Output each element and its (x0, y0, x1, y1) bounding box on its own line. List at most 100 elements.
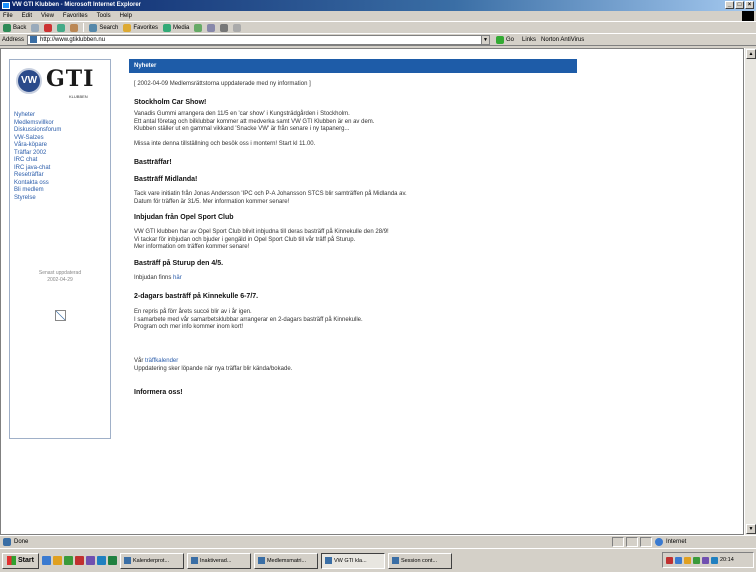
nav-medlemsvillkor[interactable]: Medlemsvillkor (14, 120, 61, 128)
taskbar-item[interactable]: Medlemsmatri... (253, 552, 318, 569)
quick-launch-app-icon[interactable] (63, 556, 73, 565)
news-text: Program och mer info kommer inom kort! (134, 324, 244, 330)
nav-vw-salzes[interactable]: VW-Salzes (14, 135, 61, 143)
tray-icon[interactable] (711, 556, 718, 564)
stop-button[interactable] (44, 23, 53, 32)
print-icon (220, 23, 229, 32)
tray-icon[interactable] (693, 556, 700, 564)
calendar-link[interactable]: träffkalender (145, 358, 178, 364)
scroll-down-icon[interactable]: ▼ (746, 524, 756, 534)
task-label: Kalenderprot... (132, 557, 170, 564)
norton-antivirus-button[interactable]: Norton AntiVirus (541, 37, 584, 43)
menu-view[interactable]: View (41, 11, 54, 21)
gti-logo-text: GTI (46, 66, 95, 92)
nav-vara-kopare[interactable]: Våra-köpare (14, 142, 61, 150)
taskbar-item[interactable]: Inaktiverad... (186, 552, 251, 569)
history-button[interactable] (194, 23, 203, 32)
task-label: Session cont... (400, 557, 438, 564)
address-bar: Address http://www.gtiklubben.nu ▼ Go Li… (0, 33, 756, 46)
updated-label: Senast uppdaterad (38, 270, 82, 276)
nav-resetraffar[interactable]: Reseträffar (14, 172, 61, 180)
start-label: Start (18, 557, 34, 564)
menu-help[interactable]: Help (120, 11, 132, 21)
back-button[interactable]: Back (3, 22, 26, 34)
news-text: Vi tackar för inbjudan och bjuder i geng… (134, 236, 356, 243)
links-button[interactable]: Links (522, 37, 536, 43)
go-button[interactable]: Go (496, 35, 515, 44)
scroll-up-icon[interactable]: ▲ (746, 49, 756, 59)
news-text: Tack vare initiatin från Jonas Andersson… (134, 191, 407, 197)
task-label: Medlemsmatri... (266, 557, 307, 564)
nav-diskussionsforum[interactable]: Diskussionsforum (14, 127, 61, 135)
edit-button[interactable] (233, 23, 242, 32)
taskbar-item-active[interactable]: VW GTI kla... (320, 552, 385, 569)
news-text: Inbjudan finns här (134, 275, 182, 283)
nav-irc-java-chat[interactable]: IRC java-chat (14, 165, 61, 173)
nav-irc-chat[interactable]: IRC chat (14, 157, 61, 165)
task-app-icon (391, 557, 399, 564)
status-cell (640, 537, 652, 547)
address-dropdown-icon[interactable]: ▼ (481, 35, 490, 44)
favorites-label: Favorites (133, 24, 159, 31)
windows-flag-icon (7, 556, 16, 565)
news-heading: Informera oss! (134, 389, 183, 396)
quick-launch-folder-icon[interactable] (52, 556, 62, 565)
nav-nyheter[interactable]: Nyheter (14, 112, 61, 120)
tray-icon[interactable] (702, 556, 709, 564)
search-button[interactable]: Search (89, 22, 118, 34)
gti-logo[interactable]: VW GTI KLUBBEN (14, 64, 108, 106)
tray-icon[interactable] (675, 556, 682, 564)
back-label: Back (13, 24, 27, 31)
vertical-scrollbar[interactable]: ▲ ▼ (744, 48, 756, 535)
home-button[interactable] (70, 23, 79, 32)
favorites-button[interactable]: Favorites (123, 22, 158, 34)
quick-launch-icon[interactable] (96, 556, 106, 565)
toolbar-separator (83, 23, 85, 32)
close-button[interactable]: × (745, 1, 754, 9)
refresh-button[interactable] (57, 23, 66, 32)
news-text: En repris på förr årets succé blir av i … (134, 309, 252, 315)
forward-button[interactable] (31, 23, 40, 32)
star-icon (123, 23, 132, 32)
media-button[interactable]: Media (163, 22, 189, 34)
nav-styrelse[interactable]: Styrelse (14, 195, 61, 203)
news-heading: Bastträff Midlanda! (134, 176, 198, 183)
start-button[interactable]: Start (2, 552, 39, 569)
page-content[interactable]: VW GTI KLUBBEN Nyheter Medlemsvillkor Di… (0, 48, 744, 535)
news-text: I samarbete med vår samarbetsklubbar arr… (134, 316, 363, 323)
nav-kontakta-oss[interactable]: Kontakta oss (14, 180, 61, 188)
menu-bar: File Edit View Favorites Tools Help (0, 11, 756, 21)
news-text: Vanadis Gummi arrangera den 11/5 en 'car… (134, 111, 350, 117)
nav-bli-medlem[interactable]: Bli medlem (14, 187, 61, 195)
menu-tools[interactable]: Tools (97, 11, 111, 21)
quick-launch-media-icon[interactable] (74, 556, 84, 565)
title-bar[interactable]: VW GTI Klubben - Microsoft Internet Expl… (0, 0, 756, 11)
menu-file[interactable]: File (3, 11, 13, 21)
go-label: Go (506, 36, 515, 43)
quick-launch-ie-icon[interactable] (41, 556, 51, 565)
stop-icon (44, 23, 53, 32)
security-zone: Internet (655, 537, 686, 546)
menu-favorites[interactable]: Favorites (63, 11, 88, 21)
minimize-button[interactable]: _ (725, 1, 734, 9)
print-button[interactable] (220, 23, 229, 32)
nav-traffar-2002[interactable]: Träffar 2002 (14, 150, 61, 158)
tray-clock[interactable]: 20:14 (720, 557, 734, 563)
quick-launch-icon[interactable] (107, 556, 117, 565)
quick-launch-icon[interactable] (85, 556, 95, 565)
status-cell (612, 537, 624, 547)
tray-icon[interactable] (666, 556, 673, 564)
maximize-button[interactable]: □ (735, 1, 744, 9)
news-text: Uppdatering sker löpande när nya träffar… (134, 365, 293, 372)
invitation-link[interactable]: här (173, 275, 182, 281)
tray-icon[interactable] (684, 556, 691, 564)
window-controls: _ □ × (725, 1, 754, 9)
taskbar-item[interactable]: Session cont... (387, 552, 452, 569)
news-text: Datum för träffen är 31/5. Mer informati… (134, 198, 290, 205)
menu-edit[interactable]: Edit (22, 11, 32, 21)
mail-button[interactable] (207, 23, 216, 32)
status-text: Done (14, 538, 29, 545)
statistics-icon[interactable] (55, 310, 66, 321)
address-input[interactable]: http://www.gtiklubben.nu ▼ (27, 34, 491, 45)
taskbar-item[interactable]: Kalenderprot... (119, 552, 184, 569)
